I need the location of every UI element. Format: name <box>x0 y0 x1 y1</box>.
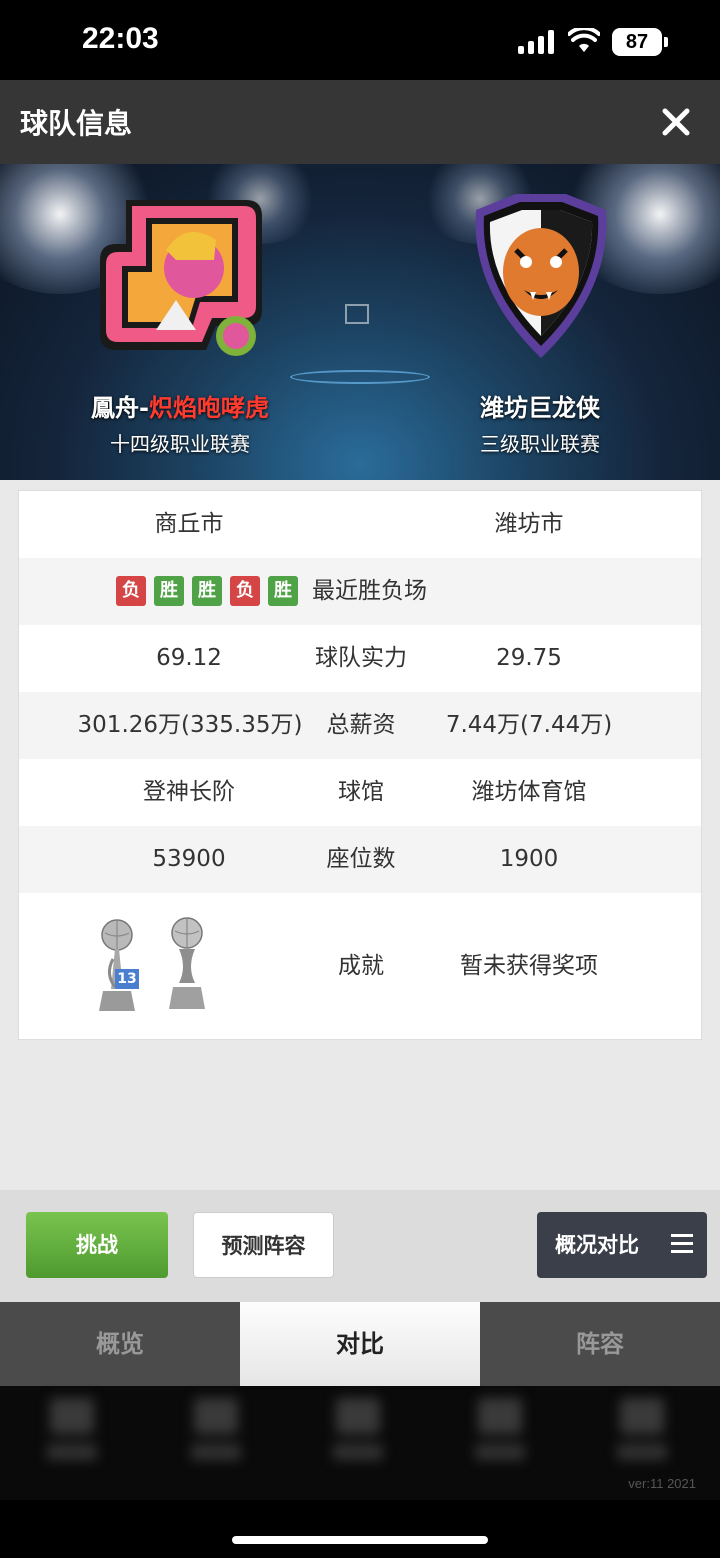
team-right-name: 潍坊巨龙侠 <box>480 394 600 422</box>
trophy-icon[interactable] <box>97 919 137 1015</box>
result-badge: 胜 <box>154 576 184 606</box>
team-left-league: 十四级职业联赛 <box>110 432 250 456</box>
predict-lineup-button[interactable]: 预测阵容 <box>193 1212 334 1278</box>
page-header: 球队信息 <box>0 80 720 164</box>
court-decoration <box>290 370 430 384</box>
strength-row: 69.12 球队实力 29.75 <box>19 625 701 692</box>
arena-row: 登神长阶 球馆 潍坊体育馆 <box>19 759 701 826</box>
strength-label: 球队实力 <box>315 645 407 671</box>
close-button[interactable] <box>656 102 696 142</box>
salary-left: 301.26万(335.35万) <box>77 712 303 738</box>
arena-right: 潍坊体育馆 <box>471 779 587 805</box>
blurred-bottom-nav: ver:11 2021 <box>0 1386 720 1500</box>
signal-icon <box>518 30 554 54</box>
blurred-nav-item <box>470 1398 530 1474</box>
result-badge: 负 <box>230 576 260 606</box>
hoop-decoration <box>345 304 369 324</box>
home-area <box>0 1500 720 1558</box>
blurred-nav-item <box>328 1398 388 1474</box>
team-left-name: 鳳舟-炽焰咆哮虎 <box>40 388 320 423</box>
team-banner: 鳳舟-炽焰咆哮虎 十四级职业联赛 潍坊巨龙侠 三级职业联赛 <box>0 164 720 480</box>
blurred-nav-item <box>612 1398 672 1474</box>
team-left-name-highlight: 炽焰咆哮虎 <box>148 394 269 422</box>
challenge-button[interactable]: 挑战 <box>26 1212 168 1278</box>
status-bar: 22:03 87 <box>0 0 720 80</box>
team-left-logo[interactable] <box>96 190 268 360</box>
battery-icon: 87 <box>612 28 668 56</box>
wifi-icon <box>568 28 600 52</box>
salary-label: 总薪资 <box>326 712 396 738</box>
blurred-nav-item <box>42 1398 102 1474</box>
team-right-logo[interactable] <box>466 190 616 362</box>
version-label: ver:11 2021 <box>628 1476 696 1491</box>
achievement-row: 13 成就 暂未获得奖项 <box>19 893 701 1039</box>
city-right: 潍坊市 <box>494 511 564 537</box>
arena-left: 登神长阶 <box>143 779 235 805</box>
result-badge: 胜 <box>268 576 298 606</box>
page-title: 球队信息 <box>20 107 133 140</box>
result-badge: 负 <box>116 576 146 606</box>
trophy-count-badge: 13 <box>115 969 139 989</box>
salary-row: 301.26万(335.35万) 总薪资 7.44万(7.44万) <box>19 692 701 759</box>
tab-compare[interactable]: 对比 <box>240 1302 480 1386</box>
city-row: 商丘市 潍坊市 <box>19 491 701 558</box>
menu-icon <box>671 1234 693 1254</box>
achievement-right: 暂未获得奖项 <box>460 953 598 979</box>
result-badge: 胜 <box>192 576 222 606</box>
action-bar: 挑战 预测阵容 概况对比 <box>0 1190 720 1302</box>
team-left-name-prefix: 鳳舟- <box>91 394 149 422</box>
comparison-table: 商丘市 潍坊市 负胜胜负胜 最近胜负场 69.12 球队实力 29.75 301… <box>18 490 702 1040</box>
strength-left: 69.12 <box>156 645 222 671</box>
blurred-nav-item <box>186 1398 246 1474</box>
seats-right: 1900 <box>499 846 559 872</box>
status-time: 22:03 <box>82 22 159 55</box>
strength-right: 29.75 <box>496 645 562 671</box>
trophy-icon[interactable] <box>167 917 207 1013</box>
tab-bar: 概览 对比 阵容 <box>0 1302 720 1386</box>
recent-results-badges: 负胜胜负胜 <box>116 576 306 606</box>
tab-overview[interactable]: 概览 <box>0 1302 240 1386</box>
tab-lineup[interactable]: 阵容 <box>480 1302 720 1386</box>
achievement-label: 成就 <box>338 953 384 979</box>
seats-label: 座位数 <box>326 846 396 872</box>
arena-label: 球馆 <box>338 779 384 805</box>
seats-left: 53900 <box>152 846 226 872</box>
close-icon <box>662 108 690 136</box>
recent-results-label: 最近胜负场 <box>312 578 427 604</box>
recent-results-row: 负胜胜负胜 最近胜负场 <box>19 558 701 625</box>
team-right-league: 三级职业联赛 <box>480 432 600 456</box>
city-left: 商丘市 <box>154 511 224 537</box>
overview-compare-button[interactable]: 概况对比 <box>537 1212 707 1278</box>
comparison-content: 商丘市 潍坊市 负胜胜负胜 最近胜负场 69.12 球队实力 29.75 301… <box>0 480 720 1190</box>
overview-compare-label: 概况对比 <box>555 1233 639 1257</box>
seats-row: 53900 座位数 1900 <box>19 826 701 893</box>
salary-right: 7.44万(7.44万) <box>445 712 613 738</box>
home-indicator[interactable] <box>232 1536 488 1544</box>
